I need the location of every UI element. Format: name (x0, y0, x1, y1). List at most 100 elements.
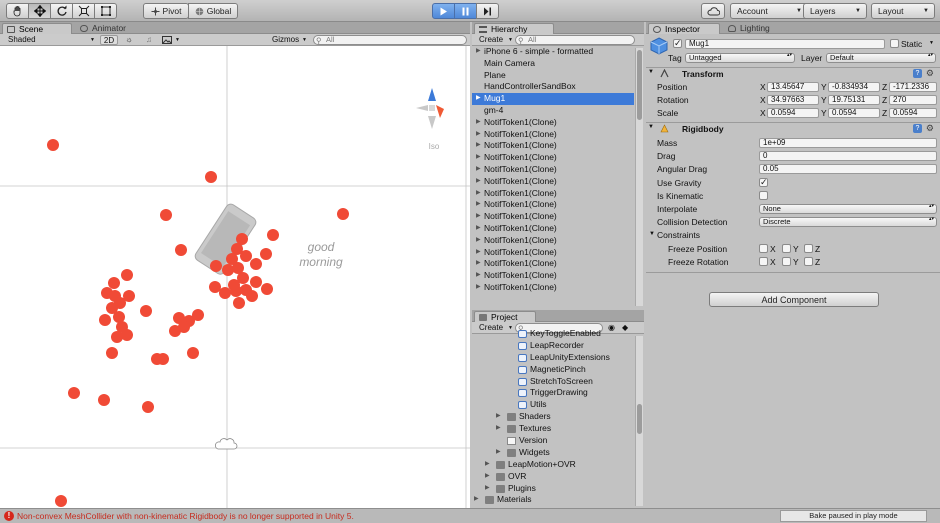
rect-tool-button[interactable] (94, 3, 117, 19)
chevron-right-icon[interactable]: ▶ (476, 117, 481, 129)
token[interactable] (106, 347, 118, 359)
token[interactable] (47, 139, 59, 151)
hierarchy-item[interactable]: ▶ Mug1 (472, 93, 634, 105)
pivot-toggle[interactable]: Pivot (143, 3, 189, 19)
project-item[interactable]: LeapUnityExtensions (472, 352, 634, 364)
static-checkbox[interactable] (890, 39, 899, 48)
layers-dropdown[interactable]: Layers ▼ (803, 3, 867, 19)
account-dropdown[interactable]: Account ▼ (730, 3, 808, 19)
angular-drag-input[interactable]: 0.05 (759, 164, 937, 174)
freeze-position-y-checkbox[interactable] (782, 244, 791, 253)
project-item[interactable]: StretchToScreen (472, 376, 634, 388)
interpolate-dropdown[interactable]: None (759, 204, 937, 214)
help-icon[interactable]: ? (913, 124, 922, 133)
chevron-right-icon[interactable]: ▶ (476, 247, 481, 259)
freeze-rotation-x-checkbox[interactable] (759, 257, 768, 266)
chevron-right-icon[interactable]: ▶ (476, 129, 481, 141)
chevron-right-icon[interactable]: ▶ (485, 459, 490, 471)
token[interactable] (337, 208, 349, 220)
hierarchy-item[interactable]: ▶ NotifToken1(Clone) (472, 270, 634, 282)
pause-button[interactable] (454, 3, 477, 19)
token[interactable] (108, 277, 120, 289)
project-scrollbar[interactable] (635, 336, 643, 506)
chevron-right-icon[interactable]: ▶ (496, 423, 501, 435)
add-component-button[interactable]: Add Component (709, 292, 879, 307)
object-name-input[interactable]: Mug1 (685, 39, 885, 49)
chevron-right-icon[interactable]: ▶ (476, 282, 481, 294)
project-item[interactable]: MagneticPinch (472, 364, 634, 376)
chevron-right-icon[interactable]: ▶ (476, 223, 481, 235)
token[interactable] (246, 290, 258, 302)
global-toggle[interactable]: Global (188, 3, 238, 19)
rigidbody-header[interactable]: ▼ Rigidbody ? ⚙ (646, 122, 940, 134)
chevron-right-icon[interactable]: ▶ (476, 46, 481, 58)
gear-icon[interactable]: ⚙ (926, 68, 934, 79)
tab-project[interactable]: Project (474, 311, 536, 322)
token[interactable] (98, 394, 110, 406)
rotation-y-input[interactable]: 19.75131 (828, 95, 880, 105)
camera-gizmo-icon[interactable] (214, 438, 238, 450)
token[interactable] (240, 250, 252, 262)
tab-lighting[interactable]: Lighting (724, 23, 794, 34)
hierarchy-item[interactable]: ▶ NotifToken1(Clone) (472, 176, 634, 188)
chevron-right-icon[interactable]: ▶ (476, 140, 481, 152)
chevron-right-icon[interactable]: ▶ (476, 93, 481, 105)
transform-header[interactable]: ▼ Transform ? ⚙ (646, 67, 940, 79)
scale-tool-button[interactable] (72, 3, 95, 19)
token[interactable] (55, 495, 67, 507)
chevron-right-icon[interactable]: ▶ (476, 176, 481, 188)
token[interactable] (121, 329, 133, 341)
project-item[interactable]: ▶ Shaders (472, 411, 634, 423)
collision-detection-dropdown[interactable]: Discrete (759, 217, 937, 227)
drag-input[interactable]: 0 (759, 151, 937, 161)
chevron-right-icon[interactable]: ▶ (476, 235, 481, 247)
tab-scene[interactable]: Scene (2, 23, 72, 34)
chevron-right-icon[interactable]: ▶ (476, 188, 481, 200)
chevron-right-icon[interactable]: ▶ (476, 199, 481, 211)
scale-y-input[interactable]: 0.0594 (828, 108, 880, 118)
chevron-right-icon[interactable]: ▶ (476, 164, 481, 176)
hierarchy-item[interactable]: ▶ NotifToken1(Clone) (472, 247, 634, 259)
token[interactable] (230, 285, 242, 297)
layer-dropdown[interactable]: Default (826, 53, 936, 63)
project-item[interactable]: ▶ LeapMotion+OVR (472, 459, 634, 471)
freeze-position-x-checkbox[interactable] (759, 244, 768, 253)
hierarchy-search-input[interactable]: ⚲ All (515, 35, 635, 45)
step-button[interactable] (476, 3, 499, 19)
token[interactable] (260, 248, 272, 260)
position-y-input[interactable]: -0.834934 (828, 82, 880, 92)
token[interactable] (99, 314, 111, 326)
audio-toggle[interactable]: ♫ (140, 35, 158, 45)
token[interactable] (233, 297, 245, 309)
cloud-button[interactable] (701, 3, 725, 19)
shading-mode-dropdown[interactable]: Shaded ▼ (8, 35, 95, 45)
hierarchy-create-dropdown[interactable]: Create ▼ (479, 35, 513, 45)
lighting-toggle[interactable]: ☼ (120, 35, 138, 45)
hierarchy-item[interactable]: ▶ NotifToken1(Clone) (472, 211, 634, 223)
rotation-x-input[interactable]: 34.97663 (767, 95, 819, 105)
mass-input[interactable]: 1e+09 (759, 138, 937, 148)
chevron-right-icon[interactable]: ▶ (485, 471, 490, 483)
help-icon[interactable]: ? (913, 69, 922, 78)
chevron-right-icon[interactable]: ▶ (476, 270, 481, 282)
scene-viewport[interactable]: good morning Iso (0, 46, 470, 508)
active-checkbox[interactable]: ✓ (673, 39, 682, 48)
rotate-tool-button[interactable] (50, 3, 73, 19)
hierarchy-item[interactable]: HandControllerSandBox (472, 81, 634, 93)
position-x-input[interactable]: 13.45647 (767, 82, 819, 92)
tab-inspector[interactable]: Inspector (648, 23, 720, 34)
hierarchy-item[interactable]: ▶ NotifToken1(Clone) (472, 117, 634, 129)
orientation-gizmo[interactable] (416, 88, 444, 129)
token[interactable] (187, 347, 199, 359)
hierarchy-item[interactable]: ▶ NotifToken1(Clone) (472, 129, 634, 141)
token[interactable] (250, 276, 262, 288)
token[interactable] (140, 305, 152, 317)
token[interactable] (142, 401, 154, 413)
chevron-right-icon[interactable]: ▶ (496, 411, 501, 423)
hierarchy-item[interactable]: ▶ NotifToken1(Clone) (472, 188, 634, 200)
project-item[interactable]: ▶ Textures (472, 423, 634, 435)
tab-hierarchy[interactable]: Hierarchy (474, 23, 554, 34)
scene-search-input[interactable]: ⚲ All (313, 35, 467, 45)
rotation-z-input[interactable]: 270 (889, 95, 937, 105)
hierarchy-item[interactable]: Main Camera (472, 58, 634, 70)
